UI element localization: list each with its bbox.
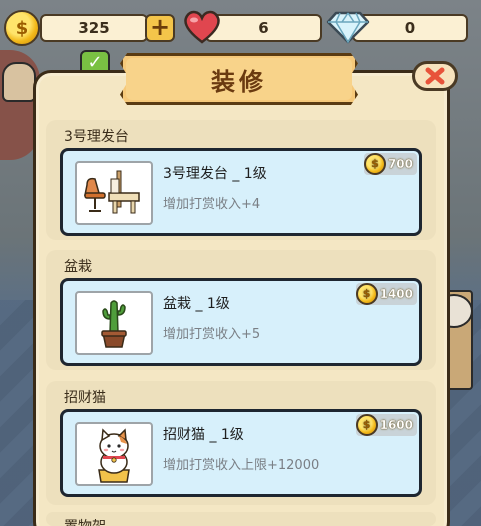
upgrade-card-barber-station: 3号理发台 3号理发台 _ 1级 增加打赏收入+4 $ 700 <box>46 120 436 240</box>
heart-counter: 6 <box>205 14 322 42</box>
coin-icon: $ <box>363 153 386 175</box>
upgrade-item[interactable]: 盆栽 _ 1级 增加打赏收入+5 $ 1400 <box>60 278 422 366</box>
card-section-title: 盆栽 <box>64 259 92 275</box>
price-value: 1600 <box>379 418 413 432</box>
card-section-title: 招财猫 <box>64 390 106 406</box>
customer-avatar[interactable] <box>2 62 36 102</box>
item-description: 增加打赏收入+5 <box>163 327 261 342</box>
coin-icon: $ <box>355 283 378 305</box>
resource-bar: 325 $ + 6 0 <box>0 0 481 50</box>
item-description: 增加打赏收入上限+12000 <box>163 458 320 473</box>
price-tag[interactable]: $ 700 <box>363 153 417 175</box>
lucky-cat-icon <box>75 422 153 486</box>
barber-chair-icon <box>75 161 153 225</box>
card-section-title: 置物架 <box>64 516 106 526</box>
price-tag[interactable]: $ 1400 <box>355 283 417 305</box>
close-icon <box>425 67 445 85</box>
upgrade-card-shelf: 置物架 <box>46 512 436 526</box>
item-description: 增加打赏收入+4 <box>163 197 261 212</box>
modal-title: 装修 <box>211 67 267 96</box>
heart-count: 6 <box>258 19 269 37</box>
price-value: 700 <box>387 157 413 171</box>
close-button[interactable] <box>412 61 458 91</box>
add-coins-button[interactable]: + <box>145 14 175 42</box>
upgrade-item[interactable]: 3号理发台 _ 1级 增加打赏收入+4 $ 700 <box>60 148 422 236</box>
card-section-title: 3号理发台 <box>64 129 129 145</box>
item-name: 招财猫 _ 1级 <box>163 427 244 443</box>
coin-counter: 325 <box>40 14 148 42</box>
item-name: 盆栽 _ 1级 <box>163 296 230 312</box>
cactus-pot-icon <box>75 291 153 355</box>
price-tag[interactable]: $ 1600 <box>355 414 417 436</box>
gem-count: 0 <box>404 19 416 37</box>
coin-count: 325 <box>78 19 110 37</box>
upgrade-card-potted-plant: 盆栽 盆栽 _ 1级 增加打赏收入+5 $ 1400 <box>46 250 436 370</box>
coin-icon: $ <box>355 414 378 436</box>
coin-icon: $ <box>4 10 40 46</box>
diamond-icon <box>326 11 370 44</box>
item-name: 3号理发台 _ 1级 <box>163 166 267 182</box>
heart-icon <box>184 10 220 44</box>
upgrade-card-lucky-cat: 招财猫 招财猫 _ 1级 增加打赏收入上限+12000 $ 1600 <box>46 381 436 505</box>
upgrade-item[interactable]: 招财猫 _ 1级 增加打赏收入上限+12000 $ 1600 <box>60 409 422 497</box>
price-value: 1400 <box>379 287 413 301</box>
